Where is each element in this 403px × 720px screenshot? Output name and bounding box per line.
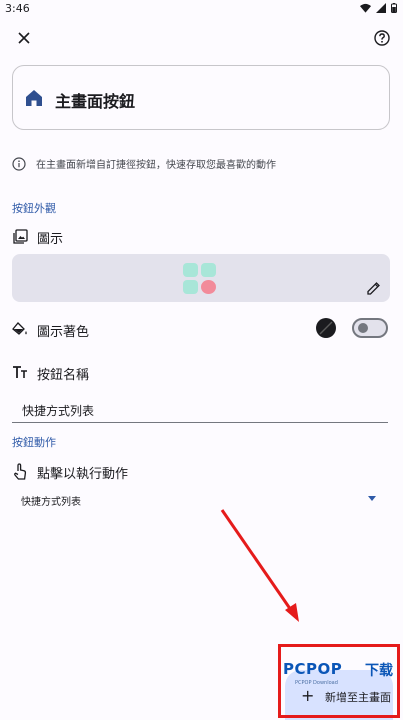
image-icon bbox=[12, 228, 28, 244]
icon-color-label: 圖示著色 bbox=[37, 325, 90, 340]
close-button[interactable] bbox=[10, 24, 38, 52]
info-row: 在主畫面新增自訂捷徑按鈕，快速存取您最喜歡的動作 bbox=[12, 156, 276, 171]
grid-preview-icon bbox=[183, 263, 219, 295]
preview-title: 主畫面按鈕 bbox=[55, 92, 136, 111]
edit-icon[interactable] bbox=[367, 281, 381, 295]
icon-picker-area[interactable] bbox=[12, 254, 390, 302]
dropdown-arrow-icon bbox=[368, 496, 376, 501]
button-name-field[interactable]: 快捷方式列表 bbox=[12, 392, 388, 423]
appearance-section-title: 按鈕外觀 bbox=[12, 202, 56, 215]
wifi-icon bbox=[360, 3, 371, 13]
button-preview-card: 主畫面按鈕 bbox=[12, 65, 390, 130]
icon-label: 圖示 bbox=[37, 232, 64, 247]
icon-color-toggle[interactable] bbox=[352, 318, 388, 338]
highlight-box bbox=[278, 644, 400, 718]
help-icon bbox=[374, 30, 390, 46]
action-dropdown[interactable]: 快捷方式列表 bbox=[12, 485, 388, 513]
help-button[interactable] bbox=[368, 24, 396, 52]
signal-icon bbox=[376, 3, 386, 13]
close-icon bbox=[18, 32, 30, 44]
info-text: 在主畫面新增自訂捷徑按鈕，快速存取您最喜歡的動作 bbox=[36, 160, 276, 171]
status-time: 3:46 bbox=[5, 2, 30, 15]
color-swatch[interactable] bbox=[316, 318, 336, 338]
tap-action-label: 點擊以執行動作 bbox=[37, 467, 129, 482]
touch-icon bbox=[12, 462, 28, 480]
text-format-icon bbox=[12, 364, 28, 380]
info-icon bbox=[12, 156, 26, 171]
home-icon bbox=[26, 90, 42, 106]
paint-bucket-icon bbox=[12, 321, 28, 337]
status-icons bbox=[360, 3, 397, 13]
toggle-knob bbox=[358, 323, 368, 333]
status-bar: 3:46 bbox=[0, 0, 403, 18]
battery-icon bbox=[391, 3, 397, 13]
button-name-value: 快捷方式列表 bbox=[22, 404, 95, 418]
action-section-title: 按鈕動作 bbox=[12, 436, 56, 449]
action-dropdown-value: 快捷方式列表 bbox=[21, 497, 81, 508]
button-name-label: 按鈕名稱 bbox=[37, 368, 90, 383]
